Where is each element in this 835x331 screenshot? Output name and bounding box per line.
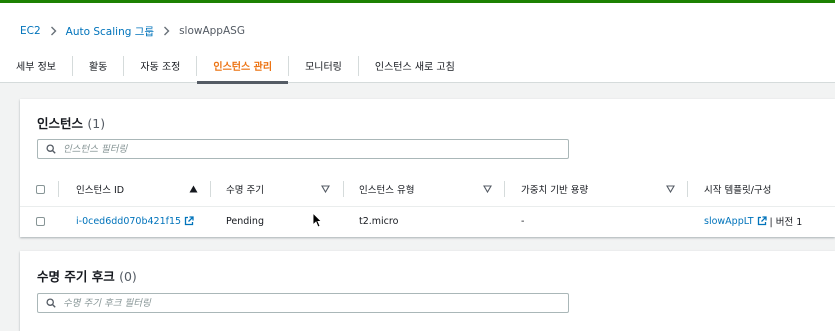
tab-bar: 세부 정보 활동 자동 조정 인스턴스 관리 모니터링 인스턴스 새로 고침 (0, 47, 471, 84)
sort-ascending-icon[interactable] (189, 185, 198, 193)
instances-title: 인스턴스 (1) (37, 116, 106, 131)
lifecycle-hooks-panel: 수명 주기 후크 (0) (20, 251, 835, 331)
column-divider (210, 181, 211, 197)
external-link-icon[interactable] (757, 216, 767, 226)
column-header-lifecycle[interactable]: 수명 주기 (226, 172, 264, 206)
instances-filter-input-wrapper (37, 139, 569, 159)
breadcrumb-ec2[interactable]: EC2 (20, 25, 41, 37)
tab-automatic-scaling[interactable]: 자동 조정 (124, 47, 196, 83)
table-row: i-0ced6dd070b421f15 Pending t2.micro - s… (20, 207, 835, 235)
column-divider (504, 181, 505, 197)
sort-down-icon[interactable] (666, 185, 675, 193)
select-all-checkbox-cell (36, 172, 45, 206)
column-header-weighted-capacity[interactable]: 가중치 기반 용량 (521, 172, 588, 206)
instance-id-link[interactable]: i-0ced6dd070b421f15 (76, 216, 181, 227)
column-header-instance-type[interactable]: 인스턴스 유형 (359, 172, 414, 206)
chevron-right-icon (163, 26, 170, 36)
tab-instance-refresh[interactable]: 인스턴스 새로 고침 (359, 47, 471, 83)
tab-details[interactable]: 세부 정보 (0, 47, 72, 83)
column-divider (343, 181, 344, 197)
instances-table-header: 인스턴스 ID 수명 주기 인스턴스 유형 가중치 기반 용량 시작 템플릿/구… (20, 172, 835, 207)
tab-activity[interactable]: 활동 (73, 47, 123, 83)
instance-type-cell: t2.micro (359, 215, 399, 227)
lifecycle-cell: Pending (226, 215, 264, 227)
instances-count: (1) (87, 116, 106, 131)
column-header-launch-template[interactable]: 시작 템플릿/구성 (704, 172, 771, 206)
row-checkbox-cell (36, 207, 45, 235)
header: EC2 Auto Scaling 그룹 slowAppASG 세부 정보 활동 … (0, 3, 835, 84)
select-all-checkbox[interactable] (36, 184, 45, 194)
tab-monitoring[interactable]: 모니터링 (289, 47, 358, 83)
row-checkbox[interactable] (36, 216, 45, 226)
instance-id-cell: i-0ced6dd070b421f15 (76, 207, 194, 235)
breadcrumb-auto-scaling[interactable]: Auto Scaling 그룹 (66, 24, 154, 39)
column-divider (687, 181, 688, 197)
lifecycle-hooks-count: (0) (119, 269, 137, 284)
lifecycle-hooks-filter-input-wrapper (37, 293, 569, 313)
instances-panel: 인스턴스 (1) 인스턴스 ID 수명 주기 인스턴스 유형 가중치 기반 용량… (20, 99, 835, 237)
weighted-capacity-cell: - (521, 215, 525, 227)
search-icon (46, 144, 56, 154)
sort-down-icon[interactable] (321, 185, 330, 193)
tab-instance-management[interactable]: 인스턴스 관리 (197, 47, 288, 84)
lifecycle-hooks-title: 수명 주기 후크 (0) (37, 269, 137, 284)
mouse-cursor-icon (312, 212, 322, 228)
sort-down-icon[interactable] (483, 185, 492, 193)
breadcrumb: EC2 Auto Scaling 그룹 slowAppASG (20, 23, 245, 39)
instances-filter-input[interactable] (63, 143, 543, 155)
breadcrumb-current: slowAppASG (179, 25, 245, 37)
chevron-right-icon (50, 26, 57, 36)
launch-template-cell: slowAppLT | 버전 1 (704, 207, 802, 235)
lifecycle-hooks-filter-input[interactable] (63, 297, 543, 309)
column-divider (58, 181, 59, 197)
search-icon (46, 298, 56, 308)
external-link-icon[interactable] (184, 216, 194, 226)
launch-template-link[interactable]: slowAppLT (704, 216, 754, 227)
column-header-instance-id[interactable]: 인스턴스 ID (76, 172, 124, 206)
template-version: | 버전 1 (769, 217, 803, 228)
